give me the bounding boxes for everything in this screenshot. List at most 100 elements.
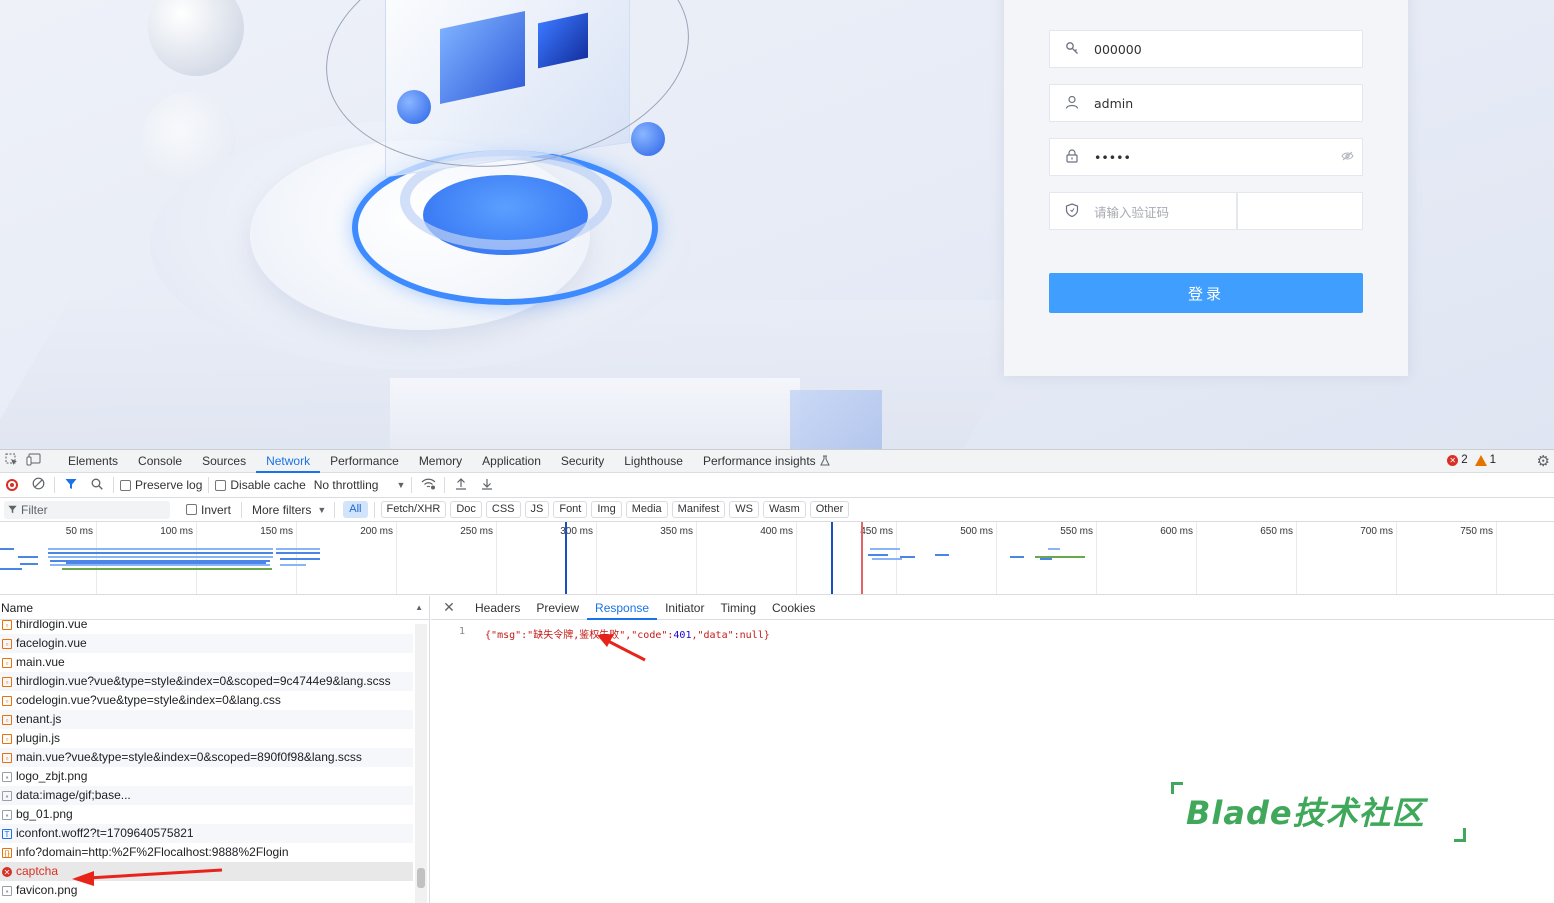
type-filter-all[interactable]: All [343,501,368,518]
sort-ascending-icon: ▲ [415,603,423,612]
type-filter-manifest[interactable]: Manifest [671,501,726,518]
timeline-gridline [596,522,597,594]
scrollbar-thumb[interactable] [417,868,425,888]
decorative-step [390,378,800,450]
timeline-event-marker [565,522,567,594]
request-name: iconfont.woff2?t=1709640575821 [16,826,194,840]
filter-placeholder: Filter [21,502,48,517]
captcha-field[interactable]: 请输入验证码 [1049,192,1237,230]
disable-cache-label: Disable cache [230,478,306,492]
waterfall-bar [66,562,266,564]
timeline-tick-label: 400 ms [760,526,793,537]
throttling-select[interactable]: No throttling ▼ [314,478,406,492]
close-icon[interactable]: ✕ [431,599,467,616]
device-toolbar-icon[interactable] [22,453,44,469]
tab-cookies[interactable]: Cookies [764,596,823,620]
type-filter-other[interactable]: Other [809,501,850,518]
type-filter-media[interactable]: Media [625,501,668,518]
captcha-image[interactable] [1237,192,1363,230]
response-body-line[interactable]: 1 {"msg":"缺失令牌,鉴权失败","code":401,"data":n… [459,626,770,641]
tab-network[interactable]: Network [256,450,321,473]
timeline-gridline [196,522,197,594]
lock-icon [1050,148,1094,166]
preserve-log-checkbox[interactable]: Preserve log [120,478,202,492]
request-row[interactable]: ▫ main.vue [0,653,413,672]
request-row[interactable]: ▪ favicon.png [0,881,413,900]
type-filter-css[interactable]: CSS [485,501,521,518]
throttling-value: No throttling [313,478,379,492]
response-text-start: {"msg":"缺失令牌,鉴权失败","code": [485,630,674,641]
login-button[interactable]: 登录 [1049,273,1363,313]
file-icon: ▫ [2,714,12,725]
timeline-gridline [996,522,997,594]
timeline-tick-label: 200 ms [360,526,393,537]
search-icon[interactable] [87,478,107,493]
clear-icon[interactable] [28,477,48,493]
invert-checkbox[interactable]: Invert [186,503,231,517]
tenant-field[interactable]: 000000 [1049,30,1363,68]
request-name: info?domain=http:%2F%2Flocalhost:9888%2F… [16,845,289,859]
tab-performance[interactable]: Performance [320,450,409,473]
tab-elements[interactable]: Elements [58,450,128,473]
tab-timing[interactable]: Timing [712,596,764,620]
file-icon: ▫ [2,695,12,706]
request-row[interactable]: ▫ plugin.js [0,729,413,748]
tab-security[interactable]: Security [551,450,614,473]
tab-lighthouse[interactable]: Lighthouse [614,450,693,473]
request-list-scrollbar[interactable] [415,624,427,903]
image-icon: ▪ [2,885,12,896]
waterfall-bar [20,563,38,565]
gear-icon[interactable]: ⚙ [1537,452,1550,470]
tab-headers[interactable]: Headers [467,596,528,620]
timeline-tick-label: 100 ms [160,526,193,537]
filter-icon[interactable] [61,478,81,493]
tab-preview[interactable]: Preview [528,596,587,620]
type-filter-img[interactable]: Img [591,501,622,518]
type-filter-ws[interactable]: WS [729,501,759,518]
type-filter-font[interactable]: Font [553,501,588,518]
type-filter-wasm[interactable]: Wasm [762,501,806,518]
timeline-gridline [96,522,97,594]
tab-response[interactable]: Response [587,596,658,620]
request-row[interactable]: ▪ bg_01.png [0,805,413,824]
request-list: Name ▲ ▫ thirdlogin.vue ▫ facelogin.vue ▫ mai… [0,596,430,903]
request-row[interactable]: Ticonfont.woff2?t=1709640575821 [0,824,413,843]
type-filter-fetch-xhr[interactable]: Fetch/XHR [380,501,447,518]
request-row[interactable]: ▫ main.vue?vue&type=style&index=0&scoped=… [0,748,413,767]
password-field[interactable]: ••••• [1049,138,1363,176]
file-icon: ▫ [2,657,12,668]
issues-counter[interactable]: ✕ 2 1 [1447,454,1496,466]
tab-application[interactable]: Application [472,450,551,473]
network-filterbar: Filter Invert More filters ▼ All Fetch/X… [0,498,1554,522]
tab-console[interactable]: Console [128,450,192,473]
network-conditions-icon[interactable] [418,478,438,493]
tab-performance-insights[interactable]: Performance insights [693,450,826,473]
tab-initiator[interactable]: Initiator [657,596,712,620]
request-row[interactable]: ▫ facelogin.vue [0,634,413,653]
record-button[interactable] [2,479,22,491]
request-row[interactable]: ✕ captcha [0,862,413,881]
more-filters-dropdown[interactable]: More filters ▼ [252,503,326,517]
timeline-gridline [696,522,697,594]
request-row[interactable]: ▫ codelogin.vue?vue&type=style&index=0&la… [0,691,413,710]
request-row[interactable]: ▫ tenant.js [0,710,413,729]
type-filter-js[interactable]: JS [524,501,550,518]
network-overview-timeline[interactable]: 50 ms 100 ms 150 ms 200 ms 250 ms 300 ms 350 m… [0,522,1554,595]
request-row[interactable]: ▪ data:image/gif;base... [0,786,413,805]
inspect-element-icon[interactable] [0,453,22,469]
tab-memory[interactable]: Memory [409,450,472,473]
export-har-icon[interactable] [477,478,497,493]
username-field[interactable]: admin [1049,84,1363,122]
waterfall-bar [48,548,273,550]
tab-sources[interactable]: Sources [192,450,256,473]
disable-cache-checkbox[interactable]: Disable cache [215,478,306,492]
import-har-icon[interactable] [451,477,471,493]
request-row[interactable]: ▪ logo_zbjt.png [0,767,413,786]
font-icon: T [2,828,12,839]
request-row[interactable]: {} info?domain=http:%2F%2Flocalhost:9888%… [0,843,413,862]
type-filter-doc[interactable]: Doc [450,501,482,518]
hide-password-icon[interactable] [1341,150,1354,164]
name-column-header[interactable]: Name ▲ [0,596,429,620]
filter-input[interactable]: Filter [4,500,170,519]
request-row[interactable]: ▫ thirdlogin.vue?vue&type=style&index=0&s… [0,672,413,691]
